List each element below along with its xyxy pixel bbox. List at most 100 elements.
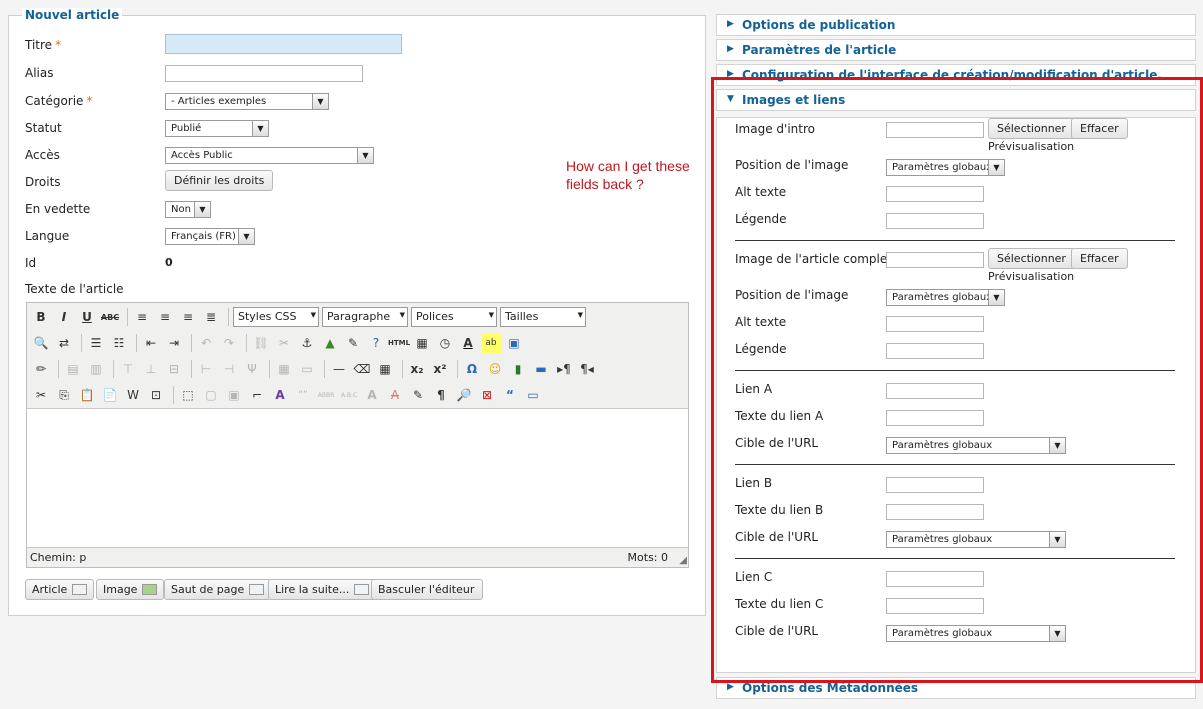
categorie-select[interactable]: - Articles exemples ▼ [165, 93, 329, 110]
toggle-editor-button[interactable]: Basculer l'éditeur [371, 579, 484, 600]
image-intro-input[interactable] [886, 122, 984, 138]
accordion-interface-config[interactable]: ▶ Configuration de l'interface de créati… [716, 64, 1196, 86]
link-c-text-input[interactable] [886, 598, 984, 614]
special-char-icon[interactable]: Ω [462, 359, 482, 379]
align-right-icon[interactable]: ≡ [178, 307, 198, 327]
full-position-select[interactable]: Paramètres globaux ▼ [886, 289, 1005, 306]
split-cells-icon[interactable]: ▦ [274, 359, 294, 379]
subscript-icon[interactable]: x₂ [407, 359, 427, 379]
link-b-target-select[interactable]: Paramètres globaux ▼ [886, 531, 1066, 548]
horizontal-line-icon[interactable]: ▬ [531, 359, 551, 379]
page-break-icon[interactable]: ▭ [523, 385, 543, 405]
insert-layer-icon[interactable]: ✏ [31, 359, 51, 379]
bold-icon[interactable]: B [31, 307, 51, 327]
select-all-icon[interactable]: ⊡ [146, 385, 166, 405]
absolute-icon[interactable]: ⌐ [247, 385, 267, 405]
numbered-list-icon[interactable]: ☷ [109, 333, 129, 353]
outdent-icon[interactable]: ⇤ [141, 333, 161, 353]
highlight-color-icon[interactable]: ab [481, 333, 501, 353]
insert-article-button[interactable]: Article [25, 579, 95, 600]
vedette-select[interactable]: Non ▼ [165, 201, 211, 218]
table-row-props-icon[interactable]: ▤ [63, 359, 83, 379]
read-more-button[interactable]: Lire la suite... [268, 579, 377, 600]
ltr-icon[interactable]: ▸¶ [554, 359, 574, 379]
bullet-list-icon[interactable]: ☰ [86, 333, 106, 353]
alias-input[interactable] [165, 65, 363, 82]
copy-icon[interactable]: ⎘ [54, 385, 74, 405]
paste-text-icon[interactable]: 📄 [100, 385, 120, 405]
clear-intro-button[interactable]: Effacer [1071, 118, 1128, 139]
visual-aid-icon[interactable]: ⬚ [178, 385, 198, 405]
link-c-input[interactable] [886, 571, 984, 587]
preview-icon[interactable]: 🔎 [454, 385, 474, 405]
replace-icon[interactable]: ⇄ [54, 333, 74, 353]
indent-icon[interactable]: ⇥ [164, 333, 184, 353]
link-a-input[interactable] [886, 383, 984, 399]
undo-icon[interactable]: ↶ [196, 333, 216, 353]
move-layer-icon[interactable]: ▣ [224, 385, 244, 405]
intro-alt-input[interactable] [886, 186, 984, 202]
titre-input[interactable] [165, 34, 402, 54]
size-select[interactable]: Tailles ▼ [500, 307, 586, 327]
insert-layer-2-icon[interactable]: ▢ [201, 385, 221, 405]
link-c-target-select[interactable]: Paramètres globaux ▼ [886, 625, 1066, 642]
paste-word-icon[interactable]: W [123, 385, 143, 405]
acronym-icon[interactable]: A.B.C [339, 385, 359, 405]
editor-content-area[interactable] [27, 409, 688, 548]
full-caption-input[interactable] [886, 343, 984, 359]
superscript-icon[interactable]: x² [430, 359, 450, 379]
insert-table-icon[interactable]: ▦ [375, 359, 395, 379]
horizontal-rule-icon[interactable]: — [329, 359, 349, 379]
intro-position-select[interactable]: Paramètres globaux ▼ [886, 159, 1005, 176]
insert-col-after-icon[interactable]: ⊣ [219, 359, 239, 379]
styleprops-icon[interactable]: A [270, 385, 290, 405]
page-break-button[interactable]: Saut de page [164, 579, 272, 600]
abbr-icon[interactable]: ABBR [316, 385, 336, 405]
insert-text-icon[interactable]: A [362, 385, 382, 405]
accordion-images-links[interactable]: ▼ Images et liens [716, 89, 1196, 111]
link-a-text-input[interactable] [886, 410, 984, 426]
italic-icon[interactable]: I [54, 307, 74, 327]
link-b-input[interactable] [886, 477, 984, 493]
format-select[interactable]: Paragraphe ▼ [322, 307, 408, 327]
insert-row-after-icon[interactable]: ⊥ [141, 359, 161, 379]
media-icon[interactable]: ▮ [508, 359, 528, 379]
table-cell-props-icon[interactable]: ▥ [86, 359, 106, 379]
cleanup-icon[interactable]: ✎ [343, 333, 363, 353]
acces-select[interactable]: Accès Public ▼ [165, 147, 374, 164]
show-blocks-icon[interactable]: ¶ [431, 385, 451, 405]
align-left-icon[interactable]: ≡ [132, 307, 152, 327]
attributes-icon[interactable]: ✎ [408, 385, 428, 405]
find-icon[interactable]: 🔍 [31, 333, 51, 353]
delete-text-icon[interactable]: A [385, 385, 405, 405]
underline-icon[interactable]: U [77, 307, 97, 327]
cut-icon[interactable]: ✂ [31, 385, 51, 405]
align-center-icon[interactable]: ≡ [155, 307, 175, 327]
select-full-button[interactable]: Sélectionner [988, 248, 1075, 269]
link-a-target-select[interactable]: Paramètres globaux ▼ [886, 437, 1066, 454]
blockquote-icon[interactable]: “ [500, 385, 520, 405]
emoticon-icon[interactable]: ☺ [485, 359, 505, 379]
statut-select[interactable]: Publié ▼ [165, 120, 269, 137]
link-b-text-input[interactable] [886, 504, 984, 520]
accordion-article-params[interactable]: ▶ Paramètres de l'article [716, 39, 1196, 61]
link-icon[interactable]: ⛓ [251, 333, 271, 353]
fullscreen-icon[interactable]: ▣ [504, 333, 524, 353]
insert-col-before-icon[interactable]: ⊢ [196, 359, 216, 379]
langue-select[interactable]: Français (FR) ▼ [165, 228, 255, 245]
html-icon[interactable]: HTML [388, 333, 410, 353]
paste-icon[interactable]: 📋 [77, 385, 97, 405]
resize-handle-icon[interactable]: ◢ [679, 555, 687, 566]
rtl-icon[interactable]: ¶◂ [577, 359, 597, 379]
full-alt-input[interactable] [886, 316, 984, 332]
delete-col-icon[interactable]: Ψ [242, 359, 262, 379]
define-rights-button[interactable]: Définir les droits [165, 170, 274, 191]
intro-caption-input[interactable] [886, 213, 984, 229]
delete-row-icon[interactable]: ⊟ [164, 359, 184, 379]
anchor-icon[interactable]: ⚓ [297, 333, 317, 353]
select-intro-button[interactable]: Sélectionner [988, 118, 1075, 139]
styles-select[interactable]: Styles CSS ▼ [233, 307, 319, 327]
cite-icon[interactable]: “” [293, 385, 313, 405]
image-icon[interactable]: ▲ [320, 333, 340, 353]
help-icon[interactable]: ? [366, 333, 386, 353]
